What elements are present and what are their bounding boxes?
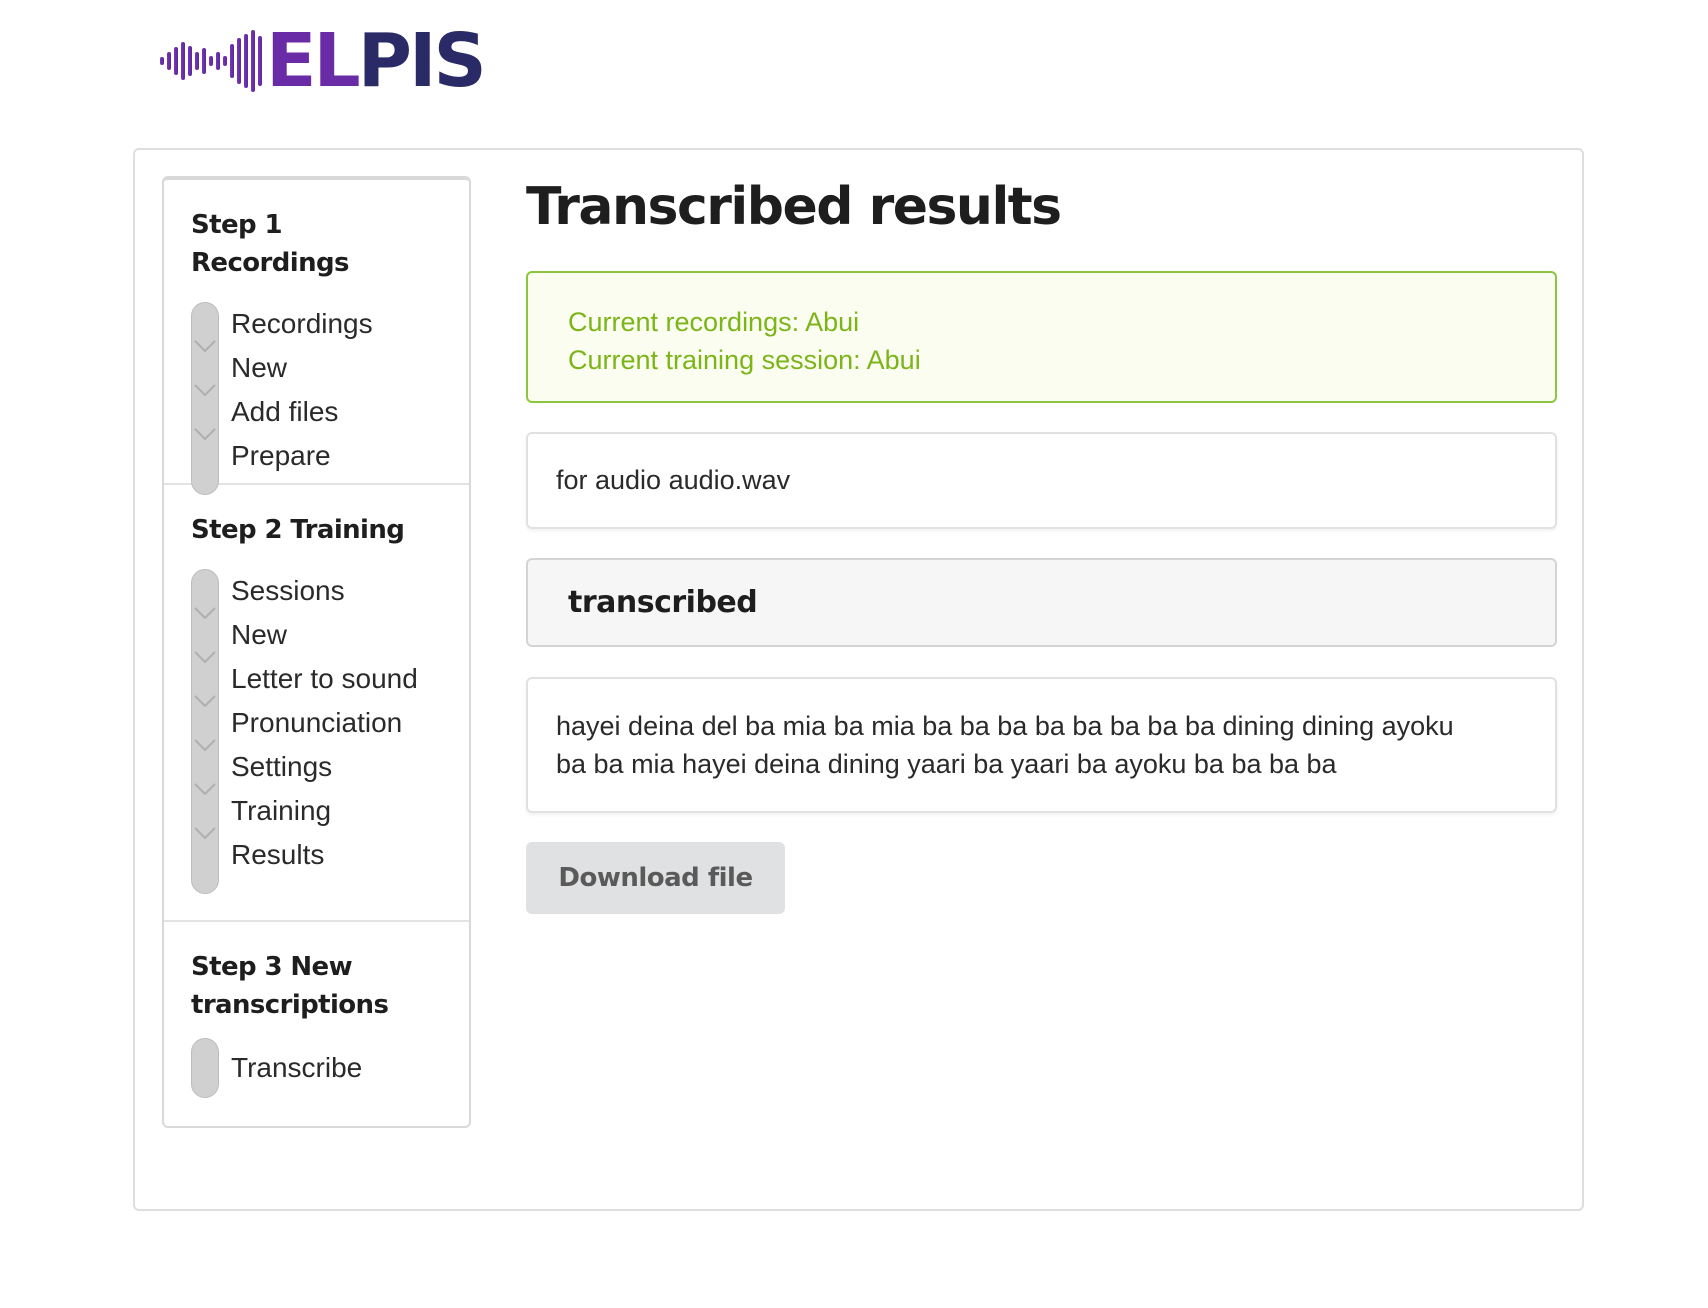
chevron-down-icon — [194, 428, 216, 440]
elpis-logo: ELPIS — [160, 24, 487, 98]
step-2-title: Step 2 Training — [191, 515, 405, 545]
chevron-down-icon — [194, 695, 216, 707]
step-3-list: Transcribe — [191, 1038, 443, 1098]
chevron-down-icon — [194, 651, 216, 663]
logo-wordmark: ELPIS — [266, 24, 487, 98]
download-file-button[interactable]: Download file — [526, 842, 785, 914]
chevron-down-icon — [194, 384, 216, 396]
current-session-text: Current training session: Abui — [568, 345, 921, 375]
step-3-section: Step 3 New transcriptions Transcribe — [164, 922, 469, 1122]
chevron-down-icon — [194, 783, 216, 795]
audio-file-label: for audio audio.wav — [526, 432, 1557, 529]
step-2-section: Step 2 Training Sessions New Letter to s… — [164, 485, 469, 922]
chevron-down-icon — [194, 827, 216, 839]
current-recordings-text: Current recordings: Abui — [568, 307, 860, 337]
main-content: Transcribed results Current recordings: … — [526, 168, 1557, 914]
step-item-pronunciation[interactable]: Pronunciation — [231, 701, 443, 745]
status-message: Current recordings: Abui Current trainin… — [526, 271, 1557, 403]
steps-sidebar: Step 1 Recordings Recordings New Add fil… — [162, 176, 471, 1128]
step-item-add-files[interactable]: Add files — [231, 390, 443, 434]
transcribed-header: transcribed — [526, 558, 1557, 647]
step-item-letter-to-sound[interactable]: Letter to sound — [231, 657, 443, 701]
chevron-down-icon — [194, 739, 216, 751]
step-item-new-recordings[interactable]: New — [231, 346, 443, 390]
transcript-line-2: ba ba mia hayei deina dining yaari ba ya… — [556, 749, 1337, 779]
step-1-list: Recordings New Add files Prepare — [191, 302, 443, 495]
step-item-results[interactable]: Results — [231, 833, 443, 877]
step-item-recordings[interactable]: Recordings — [231, 302, 443, 346]
step-3-title: Step 3 New transcriptions — [191, 948, 443, 1024]
step-item-training[interactable]: Training — [231, 789, 443, 833]
progress-pill — [191, 1038, 219, 1098]
step-1-title: Step 1 Recordings — [191, 210, 349, 278]
step-3-title-line2: transcriptions — [191, 990, 389, 1020]
logo-pis: PIS — [357, 18, 487, 104]
step-1-section: Step 1 Recordings Recordings New Add fil… — [164, 180, 469, 495]
transcript-text: hayei deina del ba mia ba mia ba ba ba b… — [526, 677, 1557, 813]
transcript-line-1: hayei deina del ba mia ba mia ba ba ba b… — [556, 711, 1454, 741]
step-3-title-line1: Step 3 New — [191, 952, 353, 982]
step-item-transcribe[interactable]: Transcribe — [231, 1038, 443, 1098]
step-item-prepare[interactable]: Prepare — [231, 434, 443, 478]
chevron-down-icon — [194, 340, 216, 352]
soundwave-icon — [160, 30, 262, 92]
progress-pill — [191, 302, 219, 495]
step-item-new-session[interactable]: New — [231, 613, 443, 657]
step-item-settings[interactable]: Settings — [231, 745, 443, 789]
step-2-list: Sessions New Letter to sound Pronunciati… — [191, 569, 443, 894]
step-item-sessions[interactable]: Sessions — [231, 569, 443, 613]
page-title: Transcribed results — [526, 177, 1062, 237]
chevron-down-icon — [194, 607, 216, 619]
logo-el: EL — [266, 18, 361, 104]
